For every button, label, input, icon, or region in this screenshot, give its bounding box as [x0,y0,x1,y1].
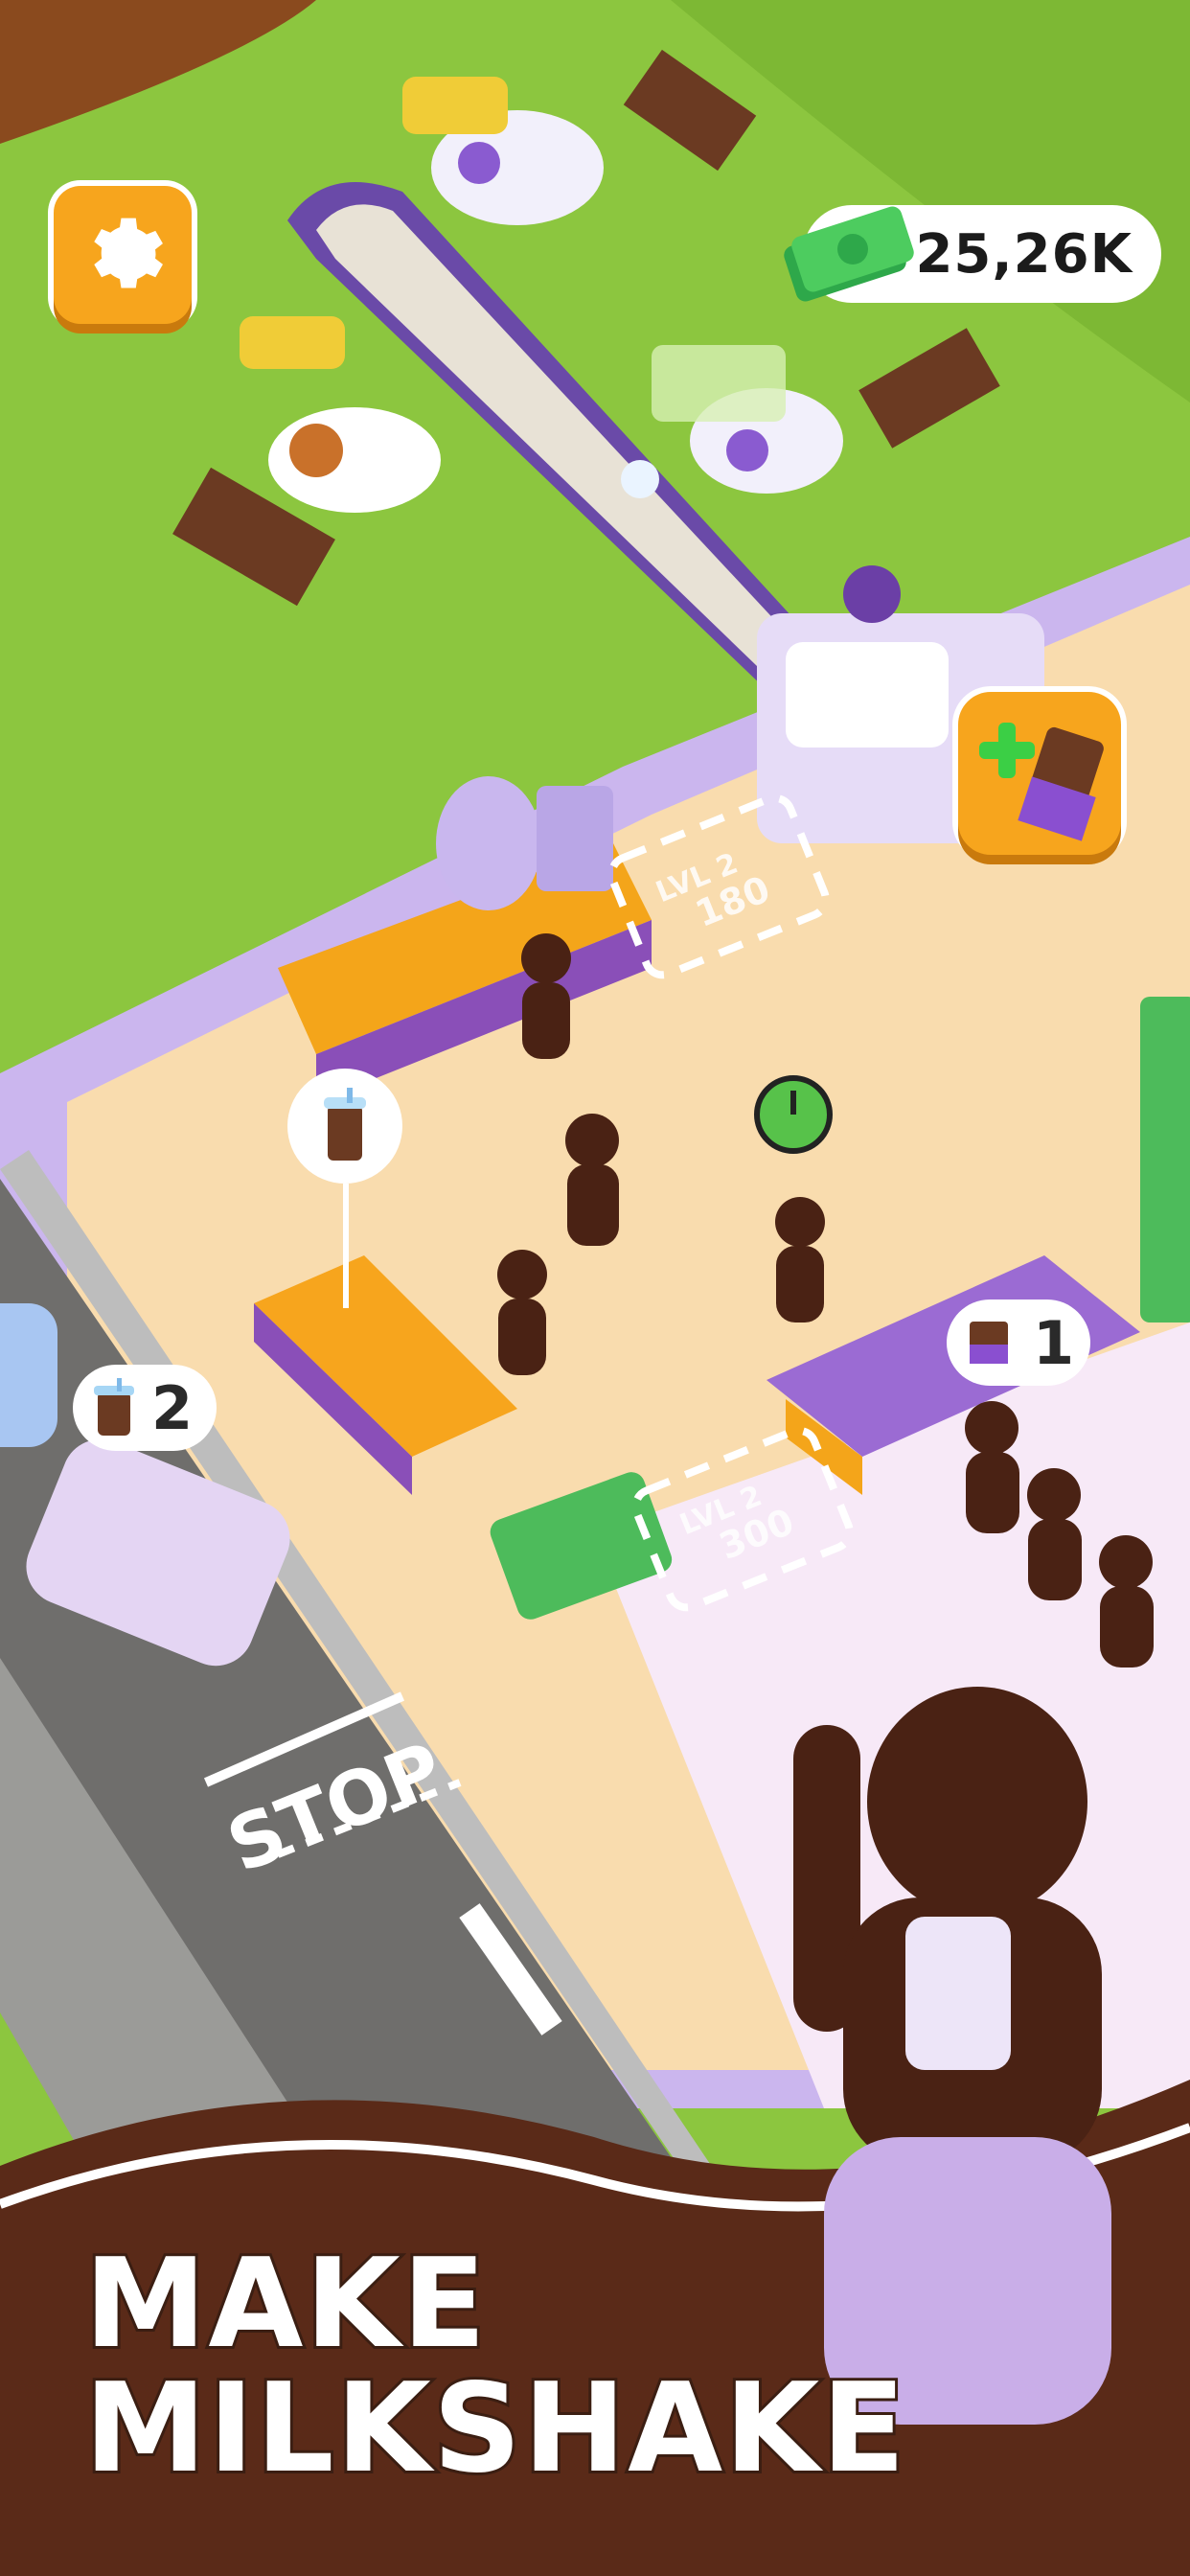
mascot-head [867,1687,1087,1917]
cash-stack-icon [784,206,914,302]
car-order-count: 2 [151,1372,194,1443]
hay-bale-1 [402,77,508,134]
cash-stack-right [1140,997,1190,1322]
hay-bale-2 [240,316,345,369]
milk-bottle [621,460,659,498]
counter-order-count: 1 [1033,1307,1075,1378]
milkshake-cup-icon [324,1088,366,1161]
car-order-bubble: 2 [73,1365,217,1451]
drink-pin-line [343,1184,349,1308]
car-partial [0,1303,57,1447]
drink-pin-bubble [287,1069,402,1184]
chocolate-stack [537,786,613,891]
milkshake-icon [94,1378,134,1436]
chocolate-plus-icon [979,723,1104,841]
promo-title: MAKE MILKSHAKE [81,2233,908,2500]
game-scene: STOP LVL 2 180 LVL 2 300 [0,0,1190,2576]
chocolate-bar-icon [970,1322,1008,1364]
gear-icon [94,218,163,288]
promo-title-line1: MAKE [81,2233,489,2376]
milkshake-cup [905,1917,1011,2070]
empty-pad [652,345,786,422]
promo-title-line2: MILKSHAKE [81,2358,908,2500]
blender [436,776,541,910]
add-chocolate-button[interactable] [958,692,1121,855]
settings-button[interactable] [54,186,192,324]
counter-order-bubble: 1 [947,1300,1090,1386]
money-value: 25,26K [915,222,1133,286]
